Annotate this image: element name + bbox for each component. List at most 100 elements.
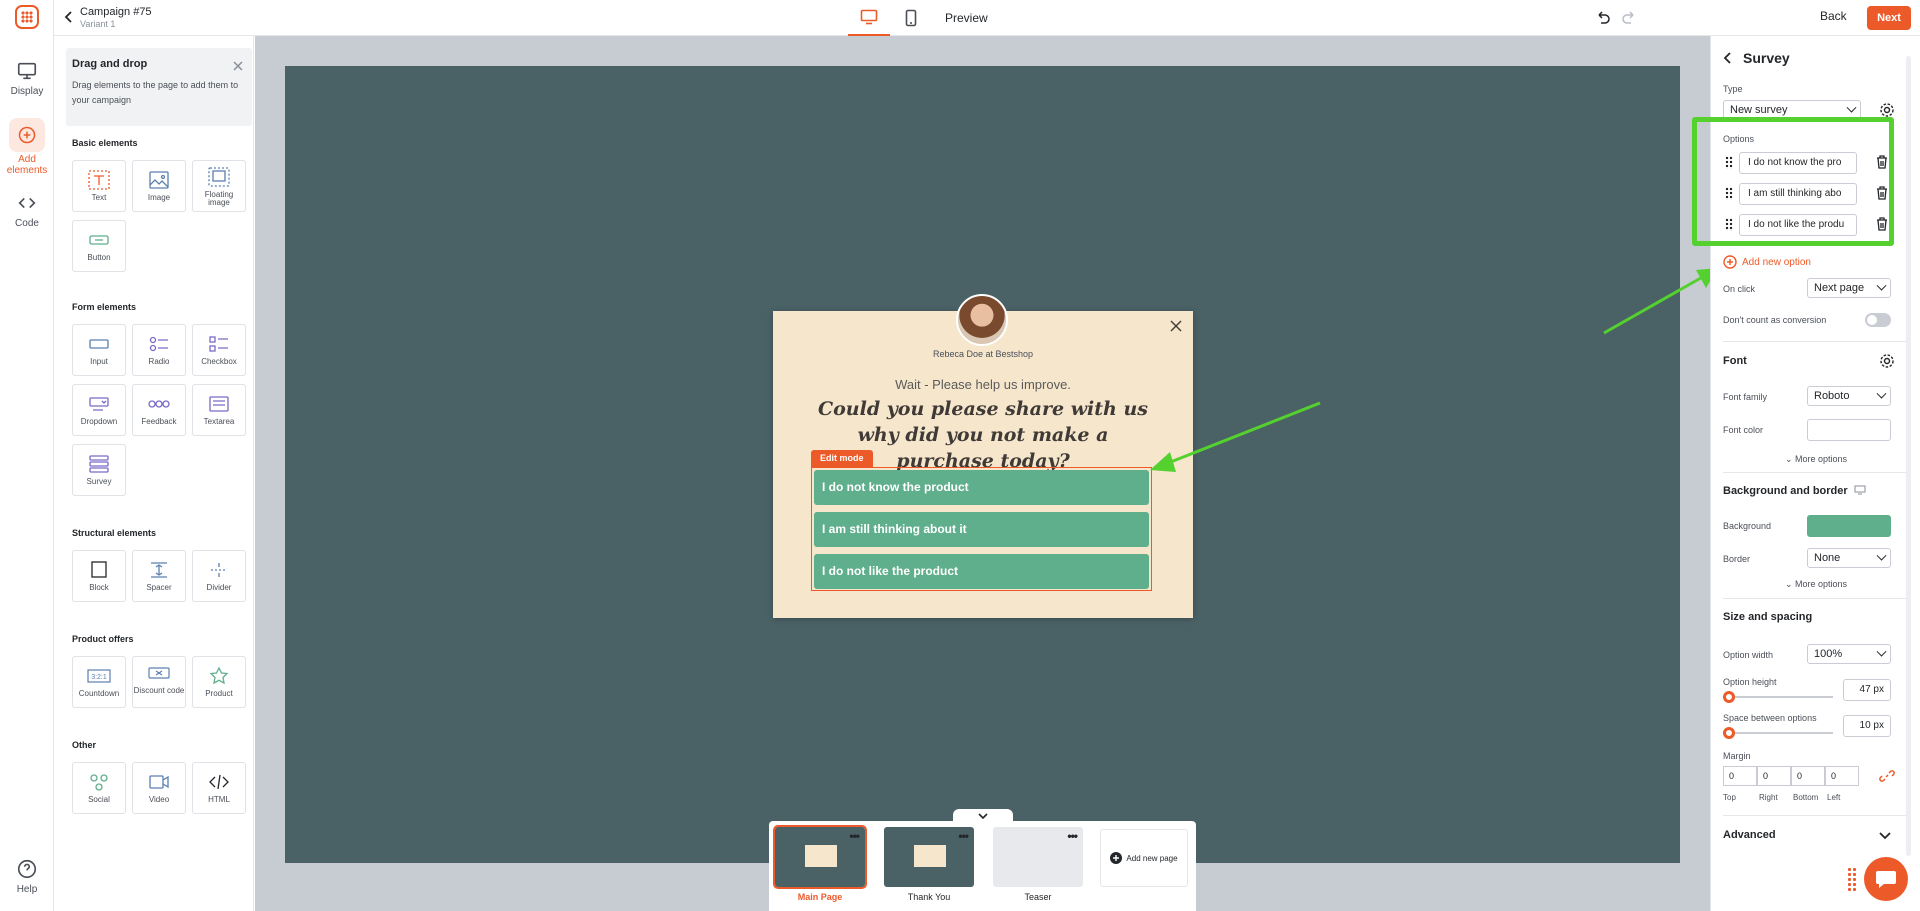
option-width-select[interactable]: 100% [1807, 644, 1891, 664]
spacing-input[interactable]: 10 px [1843, 715, 1891, 737]
gear-icon[interactable] [1879, 353, 1895, 369]
more-icon[interactable]: ••• [958, 829, 969, 843]
element-tile-divider[interactable]: Divider [192, 550, 246, 602]
element-tile-button[interactable]: Button [72, 220, 126, 272]
survey-option[interactable]: I do not know the product [814, 470, 1149, 505]
no-conversion-toggle[interactable] [1865, 313, 1891, 327]
chevron-left-icon[interactable] [62, 10, 76, 24]
element-tile-dropdown[interactable]: Dropdown [72, 384, 126, 436]
margin-left-input[interactable]: 0 [1825, 766, 1859, 786]
element-tile-html[interactable]: HTML [192, 762, 246, 814]
element-tile-radio[interactable]: Radio [132, 324, 186, 376]
spacing-slider[interactable] [1723, 727, 1833, 739]
background-color-swatch[interactable] [1807, 515, 1891, 537]
page-thumb-main[interactable]: ••• [773, 825, 867, 889]
font-color-swatch[interactable] [1807, 419, 1891, 441]
background-label: Background [1723, 521, 1772, 531]
rail-item-code[interactable]: Code [0, 192, 54, 229]
popup-preview[interactable]: Rebeca Doe at Bestshop Wait - Please hel… [773, 294, 1193, 618]
section-other: Other [72, 740, 97, 750]
page-thumb-teaser[interactable]: ••• [993, 827, 1083, 887]
more-icon[interactable]: ••• [849, 829, 860, 843]
border-select[interactable]: None [1807, 548, 1891, 568]
type-label: Type [1723, 84, 1743, 94]
survey-element[interactable]: I do not know the product I am still thi… [811, 467, 1152, 591]
element-tile-checkbox[interactable]: Checkbox [192, 324, 246, 376]
add-new-page-button[interactable]: Add new page [1100, 829, 1188, 887]
logo-grid-icon [21, 11, 33, 23]
slider-handle[interactable] [1723, 727, 1735, 739]
element-tile-product[interactable]: Product [192, 656, 246, 708]
option-height-input[interactable]: 47 px [1843, 679, 1891, 701]
element-tile-video[interactable]: Video [132, 762, 186, 814]
element-tile-input[interactable]: Input [72, 324, 126, 376]
preview-button[interactable]: Preview [945, 11, 988, 25]
font-family-select[interactable]: Roboto [1807, 386, 1891, 406]
chevron-left-icon[interactable] [1723, 52, 1733, 64]
element-tile-spacer[interactable]: Spacer [132, 550, 186, 602]
back-button[interactable]: Back [1820, 9, 1847, 23]
survey-option[interactable]: I am still thinking about it [814, 512, 1149, 547]
option-width-value: 100% [1814, 648, 1843, 660]
survey-option[interactable]: I do not like the product [814, 554, 1149, 589]
mobile-view-button[interactable] [890, 0, 932, 36]
campaign-variant: Variant 1 [80, 19, 116, 29]
bg-section-title: Background and border [1723, 485, 1866, 497]
undo-icon[interactable] [1595, 10, 1611, 26]
element-tile-block[interactable]: Block [72, 550, 126, 602]
app-logo[interactable] [15, 5, 39, 29]
gear-icon[interactable] [1879, 102, 1895, 118]
help-icon [17, 859, 37, 879]
divider [1723, 341, 1911, 342]
drag-grip-icon[interactable] [1847, 867, 1857, 891]
add-option-label: Add new option [1742, 256, 1811, 268]
element-tile-image[interactable]: Image [132, 160, 186, 212]
chat-icon [1876, 871, 1896, 888]
element-tile-discount-code[interactable]: Discount code [132, 656, 186, 708]
element-tile-floating-image[interactable]: Floating image [192, 160, 246, 212]
slider-handle[interactable] [1723, 691, 1735, 703]
mobile-icon [905, 9, 917, 27]
popup-subtitle: Wait - Please help us improve. [895, 377, 1071, 392]
rail-item-add-elements[interactable]: Add elements [0, 118, 54, 176]
panel-scrollbar[interactable] [1906, 56, 1911, 856]
margin-top-label: Top [1723, 793, 1736, 802]
element-tile-social[interactable]: Social [72, 762, 126, 814]
element-tile-text[interactable]: Text [72, 160, 126, 212]
next-button[interactable]: Next [1867, 6, 1911, 30]
border-value: None [1814, 552, 1841, 564]
desktop-view-button[interactable] [848, 0, 890, 36]
margin-bottom-input[interactable]: 0 [1791, 766, 1825, 786]
add-new-option-button[interactable]: Add new option [1723, 255, 1811, 269]
more-options-toggle[interactable]: ⌄ More options [1711, 454, 1920, 465]
more-icon[interactable]: ••• [1067, 829, 1078, 843]
tile-label: Checkbox [201, 357, 237, 366]
tile-label: Video [148, 795, 170, 804]
page-thumb-preview [805, 845, 837, 867]
font-family-value: Roboto [1814, 390, 1850, 402]
redo-icon[interactable] [1621, 10, 1637, 26]
no-conversion-label: Don't count as conversion [1723, 315, 1827, 325]
tile-label: Divider [206, 583, 232, 592]
tile-label: Button [87, 253, 111, 262]
page-thumb-thank-you[interactable]: ••• [884, 827, 974, 887]
social-element-icon [90, 774, 108, 791]
option-height-slider[interactable] [1723, 691, 1833, 703]
element-tile-feedback[interactable]: Feedback [132, 384, 186, 436]
element-tile-textarea[interactable]: Textarea [192, 384, 246, 436]
element-tile-countdown[interactable]: 3:2:1 Countdown [72, 656, 126, 708]
element-tile-survey[interactable]: Survey [72, 444, 126, 496]
margin-right-input[interactable]: 0 [1757, 766, 1791, 786]
campaign-title: Campaign #75 [80, 6, 152, 18]
link-icon[interactable] [1879, 768, 1895, 784]
on-click-select[interactable]: Next page [1807, 278, 1891, 298]
close-icon[interactable] [1169, 319, 1183, 333]
close-icon[interactable] [232, 60, 244, 72]
margin-top-input[interactable]: 0 [1723, 766, 1757, 786]
chat-support-button[interactable] [1864, 857, 1908, 901]
advanced-section-title[interactable]: Advanced [1723, 829, 1776, 841]
rail-item-display[interactable]: Display [0, 60, 54, 97]
chevron-down-icon[interactable] [1879, 832, 1891, 840]
rail-item-help[interactable]: Help [0, 858, 54, 895]
more-options-toggle[interactable]: ⌄ More options [1711, 579, 1920, 590]
